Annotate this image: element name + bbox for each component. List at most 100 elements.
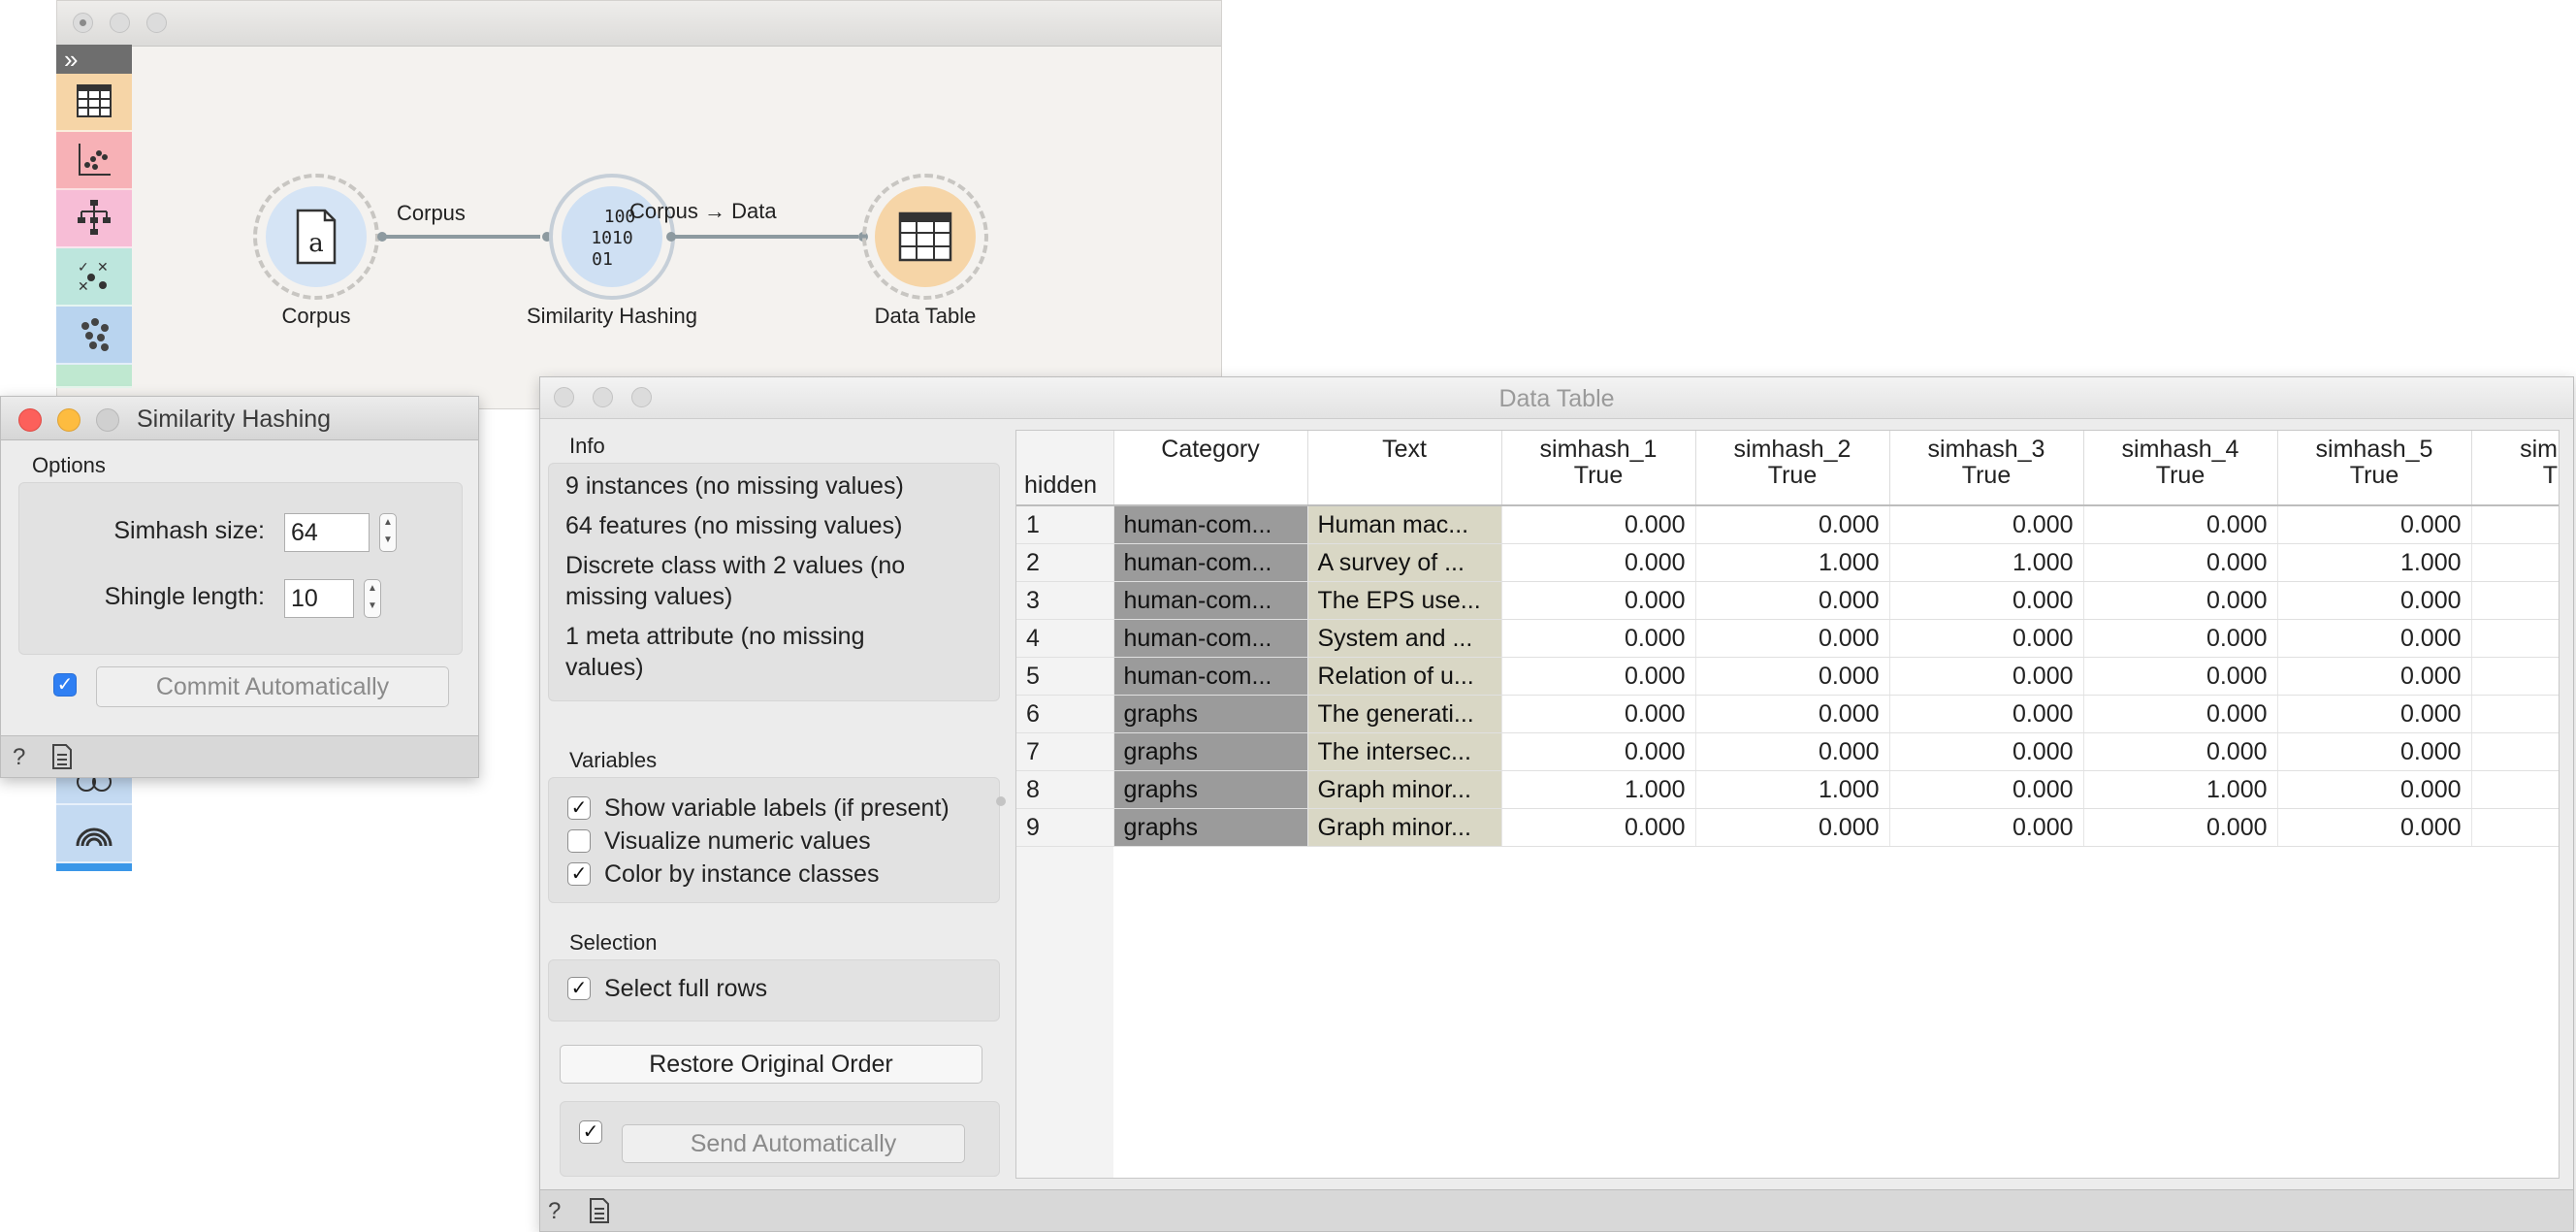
report-icon[interactable] — [589, 1198, 610, 1230]
send-automatically-checkbox[interactable]: ✓ — [579, 1120, 602, 1144]
truncated-cell[interactable] — [2471, 770, 2559, 809]
table-row[interactable]: 1 human-com... Human mac... 0.000 0.000 0.000… — [1016, 505, 2559, 544]
row-index-cell[interactable]: 5 — [1016, 657, 1114, 696]
color-by-class-checkbox[interactable]: ✓ — [567, 862, 591, 886]
text-cell[interactable]: The EPS use... — [1307, 581, 1502, 620]
row-index-cell[interactable]: 9 — [1016, 808, 1114, 847]
text-cell[interactable]: The intersec... — [1307, 732, 1502, 771]
category-cell[interactable]: graphs — [1113, 808, 1308, 847]
simhash-cell[interactable]: 0.000 — [1695, 505, 1890, 544]
truncated-cell[interactable] — [2471, 581, 2559, 620]
category-cell[interactable]: graphs — [1113, 695, 1308, 733]
column-header[interactable]: simhash_3 True — [1889, 431, 2084, 506]
column-header[interactable]: Category — [1113, 431, 1308, 506]
category-cell[interactable]: graphs — [1113, 732, 1308, 771]
toolbox-category-button[interactable] — [56, 190, 132, 248]
show-labels-checkbox[interactable]: ✓ — [567, 796, 591, 820]
simhash-cell[interactable]: 1.000 — [1695, 770, 1890, 809]
simhash-cell[interactable]: 0.000 — [1889, 657, 2084, 696]
simhash-cell[interactable]: 1.000 — [1501, 770, 1696, 809]
window-close-button[interactable] — [73, 13, 93, 33]
truncated-cell[interactable] — [2471, 543, 2559, 582]
simhash-cell[interactable]: 0.000 — [1889, 770, 2084, 809]
column-header[interactable]: sim T — [2471, 431, 2559, 506]
simhash-cell[interactable]: 0.000 — [1695, 808, 1890, 847]
simhash-cell[interactable]: 1.000 — [1695, 543, 1890, 582]
row-index-cell[interactable]: 7 — [1016, 732, 1114, 771]
text-cell[interactable]: Graph minor... — [1307, 770, 1502, 809]
simhash-cell[interactable]: 0.000 — [1889, 505, 2084, 544]
row-index-cell[interactable]: 8 — [1016, 770, 1114, 809]
simhash-cell[interactable]: 0.000 — [1889, 695, 2084, 733]
column-header[interactable]: simhash_1 True — [1501, 431, 1696, 506]
category-cell[interactable]: human-com... — [1113, 619, 1308, 658]
simhash-cell[interactable]: 0.000 — [2277, 770, 2472, 809]
row-index-cell[interactable]: 2 — [1016, 543, 1114, 582]
report-icon[interactable] — [51, 744, 73, 776]
category-cell[interactable]: graphs — [1113, 770, 1308, 809]
similarity-hashing-node[interactable]: 100 1010 01 Similarity Hashing — [527, 174, 697, 329]
window-zoom-button[interactable] — [146, 13, 167, 33]
simhash-size-stepper[interactable]: ▲ ▼ — [379, 513, 397, 552]
simhash-cell[interactable]: 1.000 — [1889, 543, 2084, 582]
table-row[interactable]: 8 graphs Graph minor... 1.000 1.000 0.000 1.00… — [1016, 770, 2559, 809]
row-index-cell[interactable]: 1 — [1016, 505, 1114, 544]
truncated-cell[interactable] — [2471, 695, 2559, 733]
link-corpus-to-hashing[interactable] — [385, 235, 540, 239]
simhash-size-input[interactable]: 64 — [284, 513, 370, 552]
simhash-cell[interactable]: 0.000 — [1501, 732, 1696, 771]
simhash-cell[interactable]: 0.000 — [1695, 619, 1890, 658]
select-full-rows-checkbox[interactable]: ✓ — [567, 977, 591, 1000]
row-index-cell[interactable]: 4 — [1016, 619, 1114, 658]
text-cell[interactable]: A survey of ... — [1307, 543, 1502, 582]
simhash-cell[interactable]: 0.000 — [2083, 695, 2278, 733]
simhash-cell[interactable]: 0.000 — [1501, 581, 1696, 620]
simhash-cell[interactable]: 0.000 — [2277, 505, 2472, 544]
table-row[interactable]: 3 human-com... The EPS use... 0.000 0.000 0.0… — [1016, 581, 2559, 620]
category-cell[interactable]: human-com... — [1113, 543, 1308, 582]
visualize-numeric-checkbox[interactable] — [567, 829, 591, 853]
toolbox-category-button[interactable] — [56, 365, 132, 388]
corpus-node[interactable]: a Corpus — [253, 174, 379, 329]
sh-minimize-button[interactable] — [57, 408, 80, 432]
simhash-cell[interactable]: 0.000 — [1501, 619, 1696, 658]
simhash-cell[interactable]: 0.000 — [1501, 808, 1696, 847]
text-cell[interactable]: Relation of u... — [1307, 657, 1502, 696]
simhash-cell[interactable]: 0.000 — [1501, 505, 1696, 544]
simhash-cell[interactable]: 0.000 — [1889, 732, 2084, 771]
table-row[interactable]: 5 human-com... Relation of u... 0.000 0.000 0… — [1016, 657, 2559, 696]
link-hashing-to-table[interactable] — [674, 235, 858, 239]
row-index-cell[interactable]: 6 — [1016, 695, 1114, 733]
truncated-cell[interactable] — [2471, 619, 2559, 658]
help-icon[interactable]: ? — [13, 744, 25, 771]
toolbox-category-button[interactable] — [56, 132, 132, 190]
toolbox-category-button[interactable] — [56, 805, 132, 863]
simhash-cell[interactable]: 0.000 — [2083, 732, 2278, 771]
toolbox-collapse-button[interactable]: » — [56, 45, 132, 74]
simhash-cell[interactable]: 0.000 — [2277, 657, 2472, 696]
table-row[interactable]: 4 human-com... System and ... 0.000 0.000 0.0… — [1016, 619, 2559, 658]
simhash-cell[interactable]: 0.000 — [1501, 695, 1696, 733]
simhash-cell[interactable]: 0.000 — [2277, 695, 2472, 733]
simhash-cell[interactable]: 1.000 — [2083, 770, 2278, 809]
column-header[interactable]: simhash_5 True — [2277, 431, 2472, 506]
simhash-cell[interactable]: 0.000 — [2277, 808, 2472, 847]
column-header[interactable]: simhash_2 True — [1695, 431, 1890, 506]
simhash-cell[interactable]: 0.000 — [2083, 505, 2278, 544]
send-automatically-button[interactable]: Send Automatically — [622, 1124, 965, 1163]
shingle-length-stepper[interactable]: ▲ ▼ — [364, 579, 381, 618]
simhash-cell[interactable]: 0.000 — [1889, 808, 2084, 847]
truncated-cell[interactable] — [2471, 505, 2559, 544]
simhash-cell[interactable]: 0.000 — [2277, 619, 2472, 658]
simhash-cell[interactable]: 0.000 — [2083, 657, 2278, 696]
category-cell[interactable]: human-com... — [1113, 505, 1308, 544]
simhash-cell[interactable]: 1.000 — [2277, 543, 2472, 582]
simhash-cell[interactable]: 0.000 — [2277, 581, 2472, 620]
text-cell[interactable]: Graph minor... — [1307, 808, 1502, 847]
hidden-corner-header[interactable]: hidden — [1016, 431, 1114, 506]
table-row[interactable]: 2 human-com... A survey of ... 0.000 1.000 1.… — [1016, 543, 2559, 582]
window-minimize-button[interactable] — [110, 13, 130, 33]
simhash-cell[interactable]: 0.000 — [1889, 619, 2084, 658]
toolbox-category-button[interactable] — [56, 74, 132, 132]
restore-original-order-button[interactable]: Restore Original Order — [560, 1045, 982, 1084]
